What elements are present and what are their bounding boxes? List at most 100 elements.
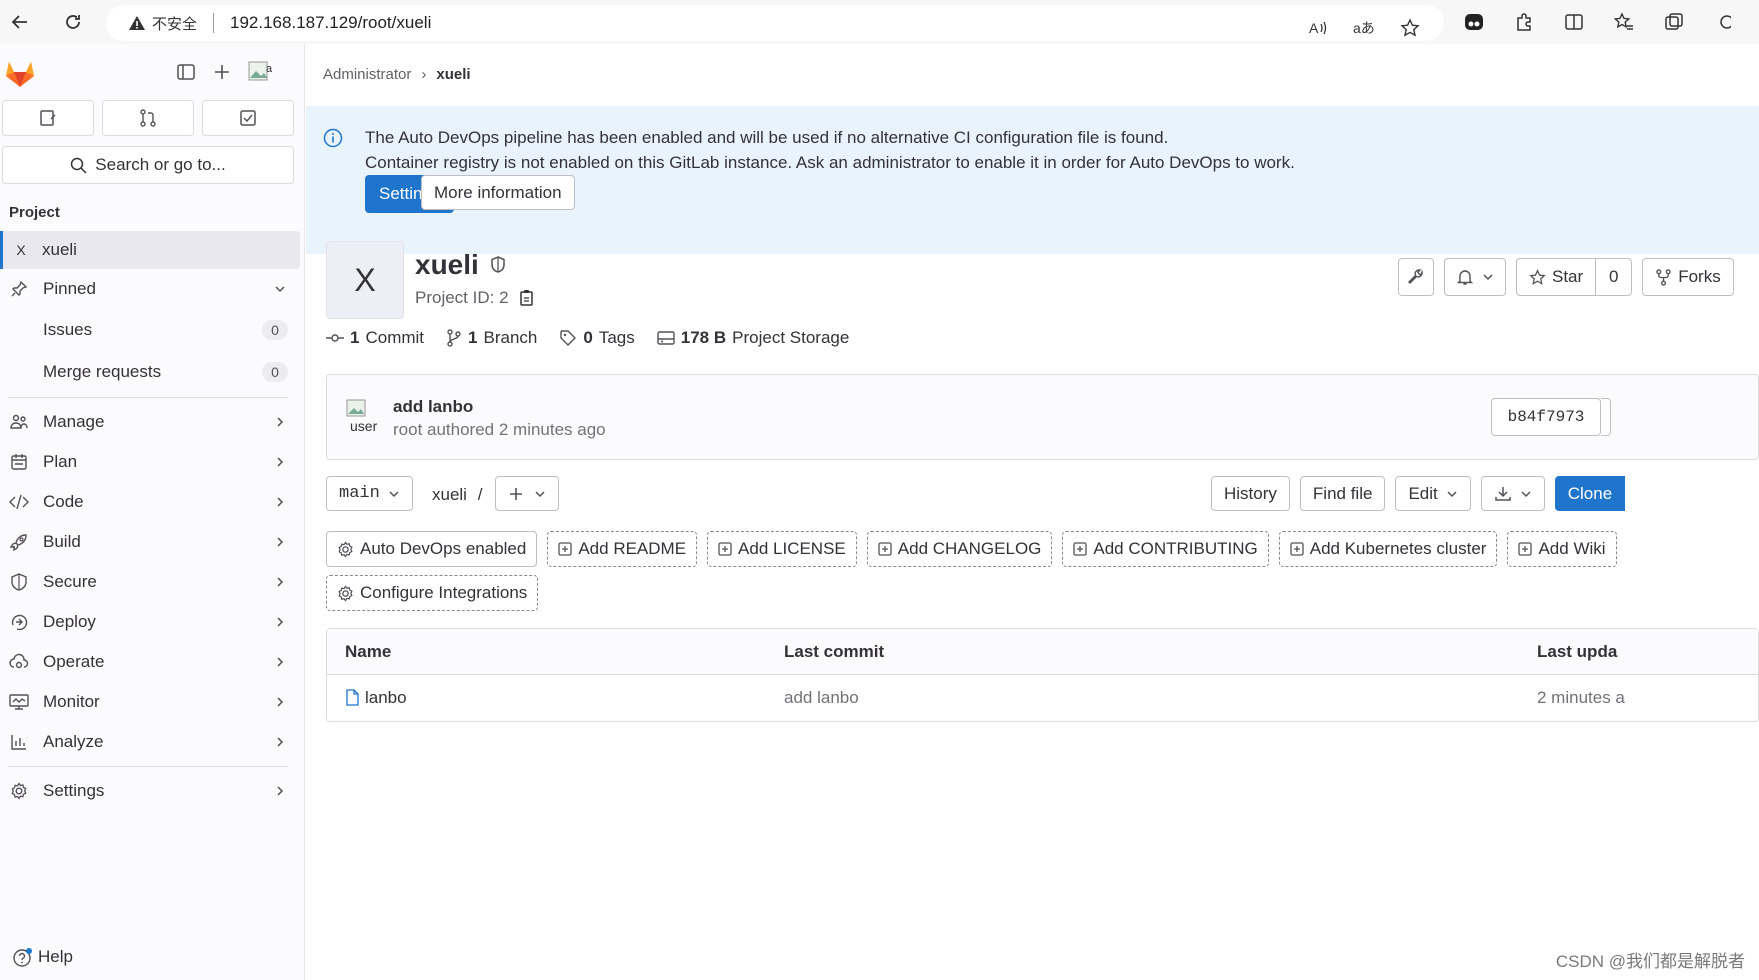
assigned-issues-button[interactable]: [2, 100, 94, 136]
create-new-icon[interactable]: [212, 62, 232, 82]
file-name-cell[interactable]: lanbo: [345, 688, 407, 708]
read-aloud-icon[interactable]: A: [1300, 10, 1336, 46]
sidebar-item-analyze[interactable]: Analyze: [0, 722, 304, 762]
sidebar-item-merge-requests[interactable]: Merge requests 0: [0, 351, 304, 393]
repo-path-root[interactable]: xueli: [432, 485, 467, 504]
favorites-icon[interactable]: [1606, 4, 1642, 40]
add-to-tree-dropdown[interactable]: [495, 476, 559, 511]
file-last-commit[interactable]: add lanbo: [784, 688, 859, 708]
sidebar-item-code[interactable]: Code: [0, 482, 304, 522]
project-name: xueli: [415, 249, 479, 280]
forks-button[interactable]: Forks: [1642, 258, 1734, 296]
translate-icon[interactable]: aあ: [1346, 10, 1382, 46]
breadcrumb-current[interactable]: xueli: [436, 66, 470, 83]
add-kubernetes-cluster-button[interactable]: Add Kubernetes cluster: [1278, 531, 1498, 567]
add-readme-button[interactable]: Add README: [547, 531, 698, 567]
chevron-down-icon: [534, 488, 546, 500]
more-information-button[interactable]: More information: [421, 175, 575, 210]
sidebar-item-settings[interactable]: Settings: [0, 771, 304, 811]
svg-text:aあ: aあ: [1353, 20, 1375, 36]
shortcut-label: Add CONTRIBUTING: [1093, 539, 1258, 558]
configure-integrations-button[interactable]: Configure Integrations: [326, 575, 539, 611]
sidebar-item-deploy[interactable]: Deploy: [0, 602, 304, 642]
sidebar-item-secure[interactable]: Secure: [0, 562, 304, 602]
chevron-down-icon: [1520, 488, 1532, 500]
sidebar-item-build[interactable]: Build: [0, 522, 304, 562]
star-button[interactable]: Star: [1516, 258, 1597, 296]
history-button[interactable]: History: [1211, 476, 1290, 511]
address-separator: [213, 13, 215, 33]
back-icon[interactable]: [2, 4, 38, 40]
shortcut-label: Add LICENSE: [738, 539, 846, 558]
commits-count: 1: [350, 328, 360, 347]
repo-path: xueli /: [432, 485, 482, 505]
split-screen-icon[interactable]: [1556, 4, 1592, 40]
chevron-down-icon: [388, 488, 400, 500]
gitlab-logo-icon[interactable]: [4, 58, 36, 88]
commit-message[interactable]: add lanbo: [393, 397, 473, 417]
todos-button[interactable]: [202, 100, 294, 136]
watermark: CSDN @我们都是解脱者: [1555, 952, 1745, 971]
collections-icon[interactable]: [1656, 4, 1692, 40]
storage-stat[interactable]: 178 B Project Storage: [657, 328, 849, 348]
commits-stat[interactable]: 1 Commit: [326, 328, 424, 348]
gear-icon: [337, 584, 354, 602]
sidebar-item-plan[interactable]: Plan: [0, 442, 304, 482]
file-icon: [345, 689, 359, 706]
chevron-down-icon: [274, 283, 286, 295]
commit-sha-button[interactable]: b84f7973: [1491, 398, 1601, 436]
star-count[interactable]: 0: [1596, 258, 1633, 296]
extension-icon[interactable]: [1456, 4, 1492, 40]
find-file-button[interactable]: Find file: [1299, 476, 1386, 511]
add-contributing-button[interactable]: Add CONTRIBUTING: [1062, 531, 1269, 567]
sidebar-item-operate[interactable]: Operate: [0, 642, 304, 682]
help-button[interactable]: Help: [12, 946, 73, 968]
rocket-icon: [8, 533, 30, 551]
browser-extra-icon[interactable]: [1706, 4, 1742, 40]
sidebar-item-label: Operate: [43, 652, 105, 671]
sidebar-project-link[interactable]: X xueli: [0, 231, 300, 269]
pin-icon: [8, 280, 30, 298]
edit-dropdown[interactable]: Edit: [1395, 476, 1471, 511]
address-bar[interactable]: 不安全 192.168.187.129/root/xueli A aあ: [106, 5, 1444, 41]
add-changelog-button[interactable]: Add CHANGELOG: [866, 531, 1053, 567]
copy-sha-button[interactable]: [1601, 398, 1611, 436]
sidebar-item-monitor[interactable]: Monitor: [0, 682, 304, 722]
puzzle-icon[interactable]: [1506, 4, 1542, 40]
notification-dropdown[interactable]: [1444, 258, 1506, 296]
breadcrumb-parent[interactable]: Administrator: [323, 66, 411, 83]
copy-clipboard-icon[interactable]: [519, 289, 535, 307]
branch-selector[interactable]: main: [326, 476, 413, 511]
main-content: Administrator › xueli The Auto DevOps pi…: [306, 44, 1759, 980]
column-header-last-commit: Last commit: [784, 642, 885, 661]
help-label: Help: [38, 947, 73, 966]
add-wiki-button[interactable]: Add Wiki: [1507, 531, 1617, 567]
sidebar-item-pinned[interactable]: Pinned: [0, 269, 304, 309]
commit-author-avatar[interactable]: user: [346, 399, 382, 435]
plus-square-icon: [1073, 542, 1088, 556]
chevron-right-icon: [274, 536, 286, 548]
plus-square-icon: [558, 542, 572, 556]
branches-stat[interactable]: 1 Branch: [446, 328, 537, 348]
storage-icon: [657, 330, 675, 346]
sidebar-item-label: Settings: [43, 781, 105, 800]
search-button[interactable]: Search or go to...: [2, 146, 294, 184]
branch-name: main: [339, 484, 380, 503]
refresh-icon[interactable]: [55, 4, 91, 40]
table-row[interactable]: lanbo add lanbo 2 minutes a: [327, 675, 1758, 721]
sidebar-toggle-icon[interactable]: [176, 62, 196, 82]
project-letter-avatar: X: [16, 242, 26, 258]
download-dropdown[interactable]: [1480, 476, 1545, 511]
admin-settings-button[interactable]: [1398, 258, 1434, 296]
add-license-button[interactable]: Add LICENSE: [707, 531, 857, 567]
repo-actions: History Find file Edit Clone: [1211, 476, 1626, 511]
user-avatar[interactable]: a: [248, 60, 274, 84]
favorite-star-icon[interactable]: [1392, 10, 1428, 46]
merge-requests-button[interactable]: [102, 100, 194, 136]
sidebar-item-manage[interactable]: Manage: [0, 402, 304, 442]
auto-devops-enabled-button[interactable]: Auto DevOps enabled: [326, 531, 538, 567]
table-header: Name Last commit Last upda: [327, 629, 1758, 675]
tags-stat[interactable]: 0 Tags: [559, 328, 635, 348]
clone-dropdown[interactable]: Clone: [1554, 476, 1626, 511]
sidebar-item-issues[interactable]: Issues 0: [0, 309, 304, 351]
